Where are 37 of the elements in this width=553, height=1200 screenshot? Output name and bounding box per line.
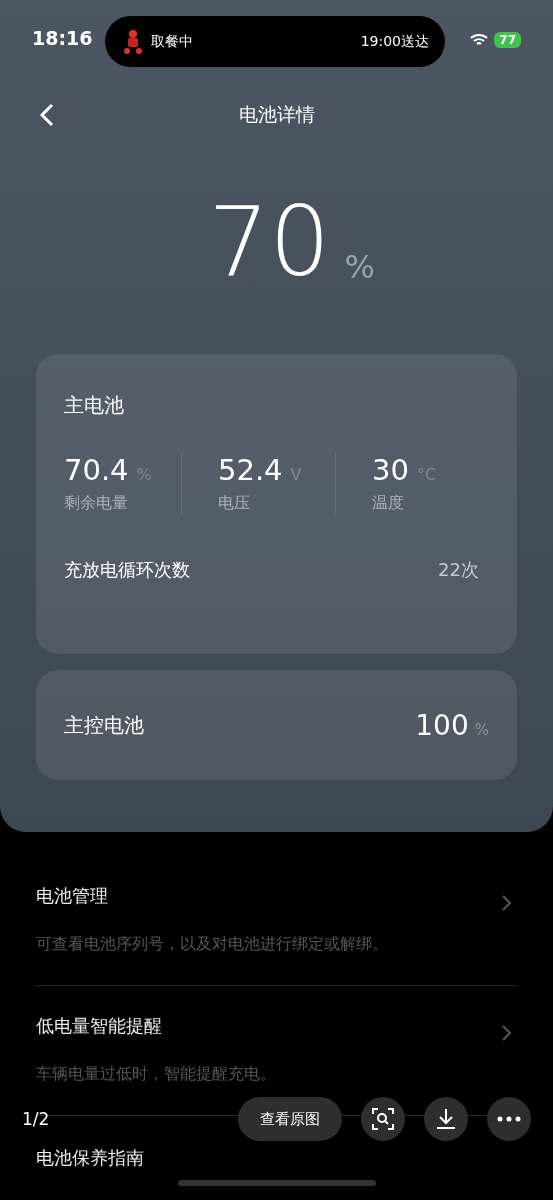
delivery-eta: 19:00送达 [360,32,429,51]
percentage-unit: % [344,248,375,286]
view-original-button[interactable]: 查看原图 [238,1097,342,1141]
menu-title[interactable]: 低电量智能提醒 [36,1014,517,1038]
more-button[interactable] [487,1097,531,1141]
chevron-right-icon[interactable] [501,1024,513,1042]
controller-unit: % [474,720,489,739]
delivery-status: 取餐中 [151,32,193,51]
page-counter: 1/2 [22,1109,50,1129]
status-time: 18:16 [32,27,93,49]
cycle-label: 充放电循环次数 [64,558,190,582]
stat-value: 70.4 [64,453,129,487]
menu-title[interactable]: 电池管理 [36,884,517,908]
menu-description: 车辆电量过低时，智能提醒充电。 [36,1064,277,1085]
wifi-icon [470,33,489,47]
download-button[interactable] [424,1097,468,1141]
menu-title[interactable]: 电池保养指南 [36,1146,517,1170]
page-title: 电池详情 [238,102,315,127]
scan-button[interactable] [361,1097,405,1141]
battery-level: 77 [494,32,521,48]
chevron-right-icon[interactable] [501,894,513,912]
card-title: 主电池 [64,392,125,419]
stat-unit: % [136,465,152,484]
stat-label: 温度 [372,493,405,514]
stat-label: 电压 [218,493,251,514]
stat-label: 剩余电量 [64,493,129,514]
stat-value: 30 [372,453,409,487]
controller-label: 主控电池 [64,711,144,739]
menu-description: 可查看电池序列号，以及对电池进行绑定或解绑。 [36,934,389,955]
download-icon [435,1107,457,1131]
live-activity[interactable]: 取餐中 19:00送达 [105,16,445,67]
scan-search-icon [371,1107,395,1131]
battery-percentage: 70 [208,194,331,290]
cycle-count: 22次 [438,558,479,582]
more-icon [497,1116,521,1122]
stat-value: 52.4 [218,453,283,487]
controller-value: 100 [415,708,469,742]
